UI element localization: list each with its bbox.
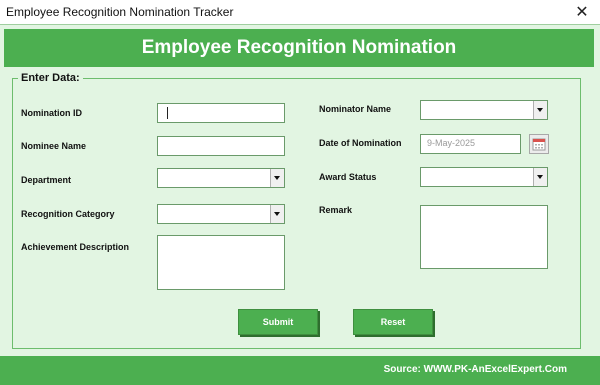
award-status-dropdown[interactable] bbox=[420, 167, 548, 187]
chevron-down-icon[interactable] bbox=[270, 205, 284, 223]
department-label: Department bbox=[21, 175, 72, 185]
calendar-icon[interactable] bbox=[529, 134, 549, 154]
date-of-nomination-field[interactable]: 9-May-2025 bbox=[420, 134, 521, 154]
reset-button[interactable]: Reset bbox=[353, 309, 433, 335]
remark-field[interactable] bbox=[420, 205, 548, 269]
date-of-nomination-label: Date of Nomination bbox=[319, 138, 402, 148]
date-value: 9-May-2025 bbox=[427, 138, 476, 148]
chevron-down-icon[interactable] bbox=[533, 168, 547, 186]
window-title: Employee Recognition Nomination Tracker bbox=[6, 5, 234, 19]
department-dropdown[interactable] bbox=[157, 168, 285, 188]
source-text: Source: WWW.PK-AnExcelExpert.Com bbox=[383, 364, 567, 375]
award-status-label: Award Status bbox=[319, 172, 377, 182]
submit-button[interactable]: Submit bbox=[238, 309, 318, 335]
nominator-name-label: Nominator Name bbox=[319, 104, 392, 114]
remark-label: Remark bbox=[319, 205, 353, 215]
recognition-category-dropdown[interactable] bbox=[157, 204, 285, 224]
footer-bar: Source: WWW.PK-AnExcelExpert.Com bbox=[0, 356, 600, 385]
header-banner: Employee Recognition Nomination bbox=[4, 29, 594, 67]
nominator-name-dropdown[interactable] bbox=[420, 100, 548, 120]
form-title: Employee Recognition Nomination bbox=[141, 37, 457, 58]
title-bar: Employee Recognition Nomination Tracker … bbox=[0, 0, 600, 24]
achievement-description-field[interactable] bbox=[157, 235, 285, 290]
chevron-down-icon[interactable] bbox=[270, 169, 284, 187]
recognition-category-label: Recognition Category bbox=[21, 209, 115, 219]
nominee-name-field[interactable] bbox=[157, 136, 285, 156]
achievement-description-label: Achievement Description bbox=[21, 242, 130, 252]
nomination-id-label: Nomination ID bbox=[21, 108, 82, 118]
nominee-name-label: Nominee Name bbox=[21, 141, 87, 151]
user-form: Employee Recognition Nomination Enter Da… bbox=[0, 24, 600, 385]
group-legend: Enter Data: bbox=[21, 72, 80, 84]
text-cursor bbox=[167, 107, 168, 119]
close-icon[interactable]: ✕ bbox=[574, 2, 590, 22]
nomination-id-field[interactable] bbox=[157, 103, 285, 123]
chevron-down-icon[interactable] bbox=[533, 101, 547, 119]
